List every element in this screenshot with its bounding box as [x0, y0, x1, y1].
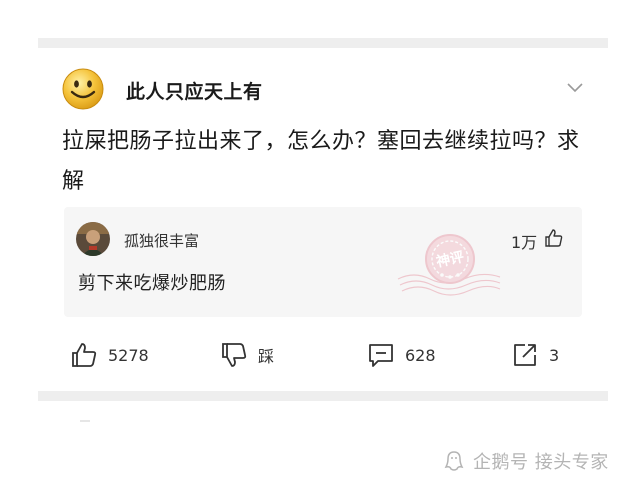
watermark: 企鹅号 接头专家 — [443, 449, 609, 473]
share-count: 3 — [549, 345, 560, 365]
section-divider-top — [38, 38, 608, 48]
reply-author-avatar[interactable] — [76, 222, 110, 256]
thumbs-down-icon — [222, 343, 247, 367]
like-count: 5278 — [108, 345, 149, 365]
post-text: 拉屎把肠子拉出来了，怎么办？塞回去继续拉吗？求解 — [62, 129, 580, 194]
thumbs-up-icon[interactable] — [544, 228, 564, 248]
share-icon — [514, 344, 536, 366]
page: 此人只应天上有 拉屎把肠子拉出来了，怎么办？塞回去继续拉吗？求解 孤独很丰富 1… — [0, 0, 644, 484]
comment-button[interactable]: 628 — [367, 340, 436, 370]
reply-like-count: 1万 — [511, 233, 538, 252]
top-reply-box[interactable]: 孤独很丰富 1万 剪下来吃爆炒肥肠 神评 — [64, 207, 582, 317]
post-author-name[interactable]: 此人只应天上有 — [126, 77, 263, 104]
comment-icon — [369, 344, 393, 367]
reply-text: 剪下来吃爆炒肥肠 — [78, 273, 226, 294]
reply-author-name[interactable]: 孤独很丰富 — [124, 230, 199, 251]
share-button[interactable]: 3 — [511, 340, 559, 370]
dislike-label: 踩 — [258, 347, 275, 366]
comment-count: 628 — [405, 345, 436, 365]
thumbs-up-icon — [72, 343, 97, 367]
chevron-down-icon[interactable] — [566, 82, 584, 94]
watermark-text: 企鹅号 接头专家 — [473, 452, 609, 473]
author-avatar[interactable] — [62, 68, 104, 110]
next-item-edge — [80, 420, 90, 422]
section-divider-bottom — [38, 391, 608, 401]
penguin-logo-icon — [444, 451, 464, 471]
featured-comment-stamp: 神评 — [397, 234, 501, 296]
dislike-button[interactable]: 踩 — [220, 340, 274, 370]
like-button[interactable]: 5278 — [70, 340, 149, 370]
